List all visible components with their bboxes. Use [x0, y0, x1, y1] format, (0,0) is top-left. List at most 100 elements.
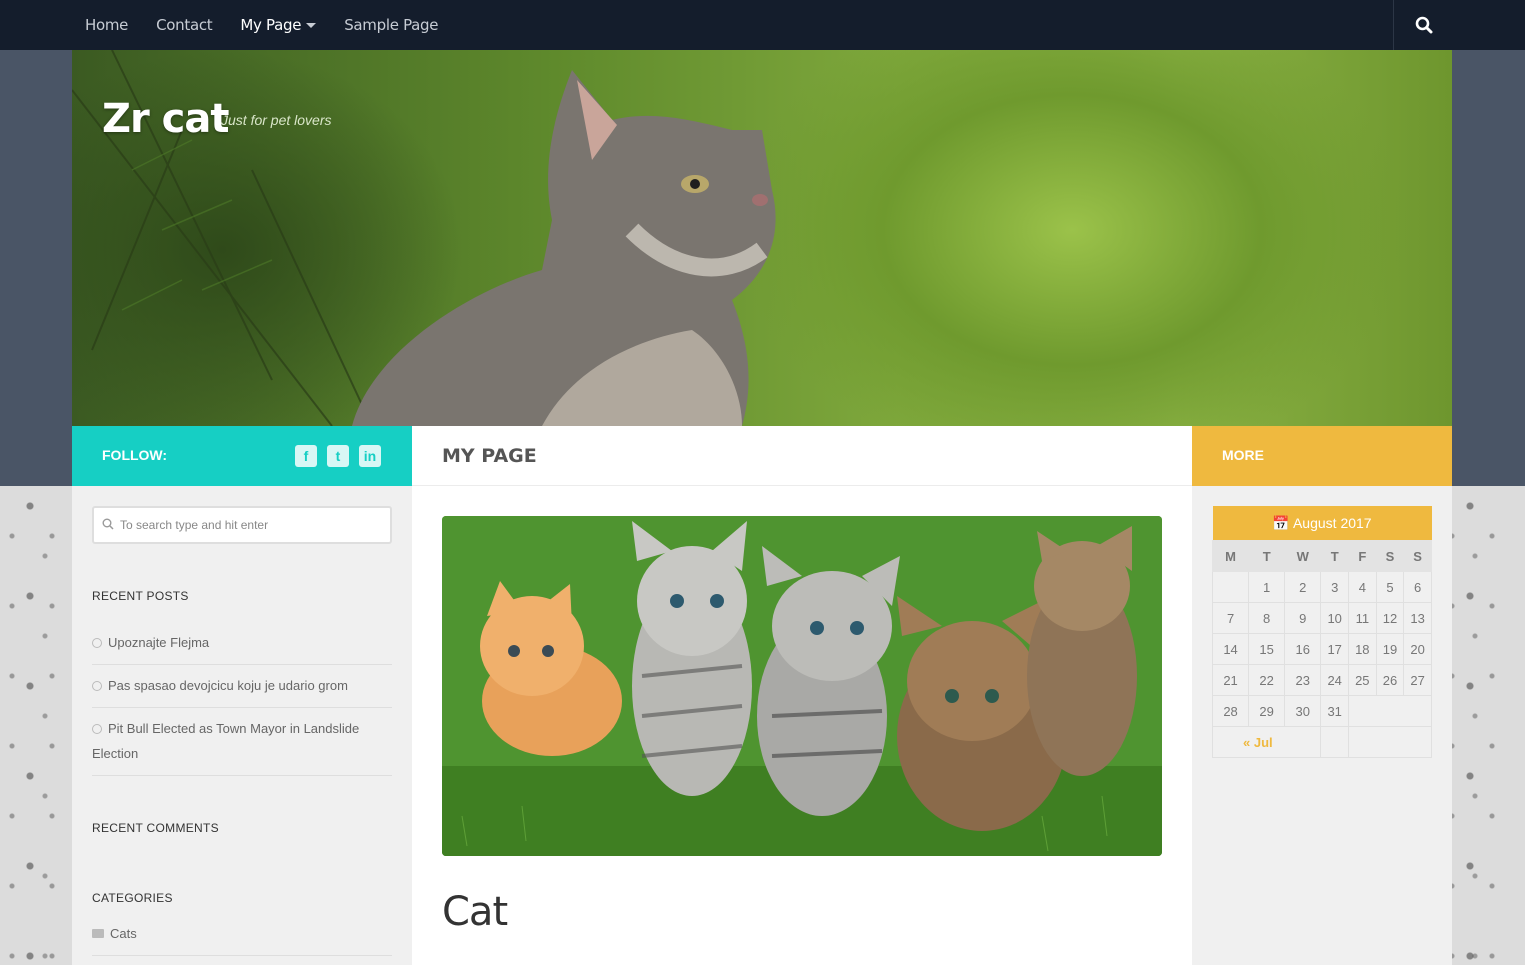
nav-item-label: My Page	[240, 16, 302, 34]
calendar-header-row: M T W T F S S	[1211, 540, 1432, 572]
calendar-nav-row: « Jul	[1211, 726, 1432, 758]
calendar-day: 27	[1403, 664, 1432, 696]
calendar-day: 21	[1211, 664, 1250, 696]
calendar-prev-link[interactable]: « Jul	[1211, 726, 1322, 758]
search-input[interactable]	[120, 508, 388, 542]
calendar-day: 24	[1320, 664, 1349, 696]
nav-item-my-page[interactable]: My Page	[226, 0, 330, 50]
calendar-day: 5	[1375, 571, 1405, 603]
calendar-day	[1348, 695, 1432, 727]
folder-icon	[92, 929, 104, 938]
kittens-illustration	[442, 516, 1162, 856]
site-tagline: Just for pet lovers	[221, 112, 332, 128]
right-sidebar: 📅 August 2017 M T W T F S S 1 2 3 4 5 6 …	[1192, 486, 1452, 965]
site-title[interactable]: Zr cat	[102, 96, 229, 142]
calendar-day: 23	[1284, 664, 1322, 696]
page-header: MY PAGE	[412, 426, 1192, 486]
featured-image	[442, 516, 1162, 856]
list-item[interactable]: Upoznajte Flejma	[92, 622, 392, 665]
calendar-day: 7	[1211, 602, 1250, 634]
calendar-week: 28 29 30 31	[1211, 695, 1432, 727]
calendar-day: 12	[1375, 602, 1405, 634]
post-link[interactable]: Pit Bull Elected as Town Mayor in Landsl…	[92, 721, 359, 761]
calendar-day: 8	[1248, 602, 1286, 634]
calendar-day: 4	[1348, 571, 1377, 603]
weekday-label: T	[1248, 540, 1286, 572]
calendar-day: 2	[1284, 571, 1322, 603]
calendar-day: 28	[1211, 695, 1250, 727]
main-content: Cat	[412, 486, 1192, 965]
calendar-day: 13	[1403, 602, 1432, 634]
linkedin-icon[interactable]: in	[359, 445, 381, 467]
weekday-label: S	[1403, 540, 1432, 572]
nav-item-sample-page[interactable]: Sample Page	[330, 0, 452, 50]
nav-item-home[interactable]: Home	[71, 0, 142, 50]
calendar-day: 25	[1348, 664, 1377, 696]
calendar-day: 10	[1320, 602, 1349, 634]
weekday-label: M	[1211, 540, 1250, 572]
category-item[interactable]: Cats	[92, 926, 392, 956]
post-link[interactable]: Upoznajte Flejma	[108, 635, 209, 650]
follow-bar: FOLLOW: f t in	[72, 426, 412, 486]
calendar-day: 26	[1375, 664, 1405, 696]
post-link[interactable]: Pas spasao devojcicu koju je udario grom	[108, 678, 348, 693]
more-bar: MORE	[1192, 426, 1452, 486]
category-link[interactable]: Cats	[110, 926, 137, 941]
weekday-label: S	[1375, 540, 1405, 572]
calendar-icon: 📅	[1272, 515, 1290, 531]
search-toggle-button[interactable]	[1393, 0, 1453, 50]
page-title: MY PAGE	[442, 445, 537, 467]
calendar-day: 14	[1211, 633, 1250, 665]
calendar-day: 17	[1320, 633, 1349, 665]
calendar-day: 19	[1375, 633, 1405, 665]
calendar-day: 6	[1403, 571, 1432, 603]
calendar-day: 3	[1320, 571, 1349, 603]
calendar-day: 22	[1248, 664, 1286, 696]
calendar-day: 1	[1248, 571, 1286, 603]
calendar-week: 21 22 23 24 25 26 27	[1211, 664, 1432, 696]
categories-title: CATEGORIES	[92, 891, 173, 905]
follow-label: FOLLOW:	[102, 447, 168, 463]
sidebar-search	[92, 506, 392, 544]
twitter-icon[interactable]: t	[327, 445, 349, 467]
facebook-icon[interactable]: f	[295, 445, 317, 467]
chevron-down-icon	[306, 23, 317, 28]
calendar-next-pad	[1348, 726, 1432, 758]
calendar-week: 1 2 3 4 5 6	[1211, 571, 1432, 603]
clock-icon	[92, 724, 102, 734]
calendar-day: 20	[1403, 633, 1432, 665]
top-navigation: Home Contact My Page Sample Page	[0, 0, 1525, 50]
calendar-widget: 📅 August 2017 M T W T F S S 1 2 3 4 5 6 …	[1211, 506, 1432, 758]
more-label: MORE	[1222, 447, 1264, 463]
calendar-day: 18	[1348, 633, 1377, 665]
calendar-day	[1211, 571, 1250, 603]
calendar-month: August 2017	[1292, 515, 1372, 531]
clock-icon	[92, 681, 102, 691]
post-excerpt	[442, 956, 1162, 965]
post-title[interactable]: Cat	[442, 889, 508, 935]
calendar-day: 16	[1284, 633, 1322, 665]
calendar-day: 31	[1320, 695, 1349, 727]
search-icon	[102, 518, 114, 530]
calendar-day: 29	[1248, 695, 1286, 727]
weekday-label: W	[1284, 540, 1322, 572]
calendar-day: 11	[1348, 602, 1377, 634]
calendar-day: 15	[1248, 633, 1286, 665]
calendar-week: 14 15 16 17 18 19 20	[1211, 633, 1432, 665]
nav-menu: Home Contact My Page Sample Page	[71, 0, 452, 50]
recent-posts-title: RECENT POSTS	[92, 589, 189, 603]
list-item[interactable]: Pas spasao devojcicu koju je udario grom	[92, 665, 392, 708]
calendar-pad	[1320, 726, 1349, 758]
weekday-label: F	[1348, 540, 1377, 572]
left-sidebar: RECENT POSTS Upoznajte Flejma Pas spasao…	[72, 486, 412, 965]
nav-item-contact[interactable]: Contact	[142, 0, 226, 50]
search-icon	[1415, 16, 1433, 34]
recent-comments-title: RECENT COMMENTS	[92, 821, 219, 835]
weekday-label: T	[1320, 540, 1349, 572]
calendar-week: 7 8 9 10 11 12 13	[1211, 602, 1432, 634]
recent-posts-list: Upoznajte Flejma Pas spasao devojcicu ko…	[92, 622, 392, 776]
kitten-hero-illustration	[72, 50, 776, 426]
list-item[interactable]: Pit Bull Elected as Town Mayor in Landsl…	[92, 708, 392, 776]
calendar-caption: 📅 August 2017	[1212, 506, 1432, 541]
calendar-day: 9	[1284, 602, 1322, 634]
